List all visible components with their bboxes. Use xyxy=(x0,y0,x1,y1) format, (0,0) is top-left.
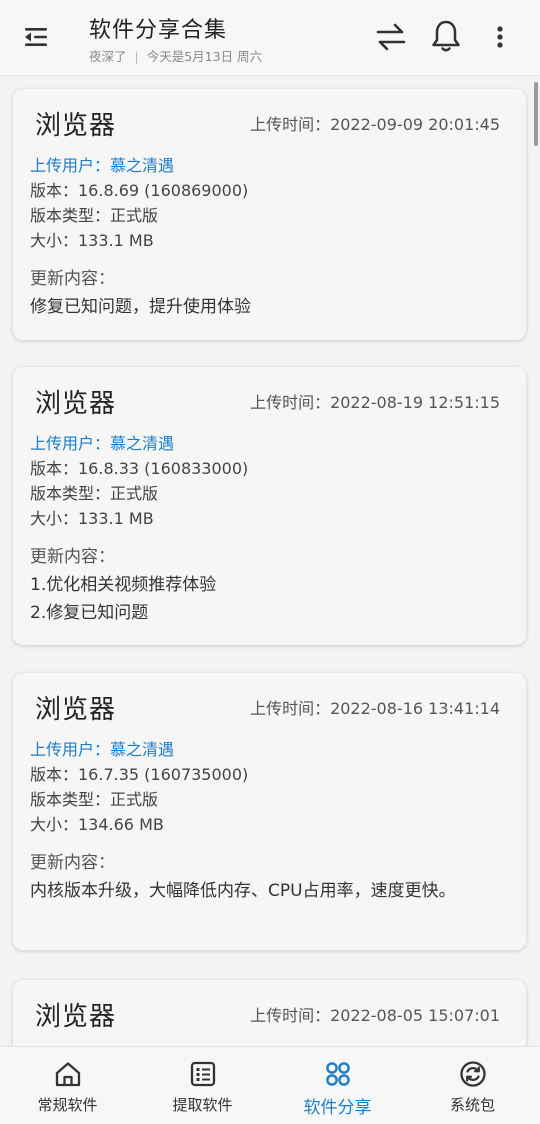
upload-time: 上传时间：2022-08-05 15:07:01 xyxy=(250,1006,500,1025)
subtitle-separator: | xyxy=(134,49,139,64)
app-name: 浏览器 xyxy=(35,111,117,141)
card-details: 上传用户：慕之清遇 版本：16.7.35 (160735000) 版本类型：正式… xyxy=(30,737,500,905)
update-label: 更新内容： xyxy=(30,853,115,873)
nav-item-extract-software[interactable]: 提取软件 xyxy=(135,1047,270,1124)
version-text: 版本：16.8.33 (160833000) xyxy=(30,459,249,478)
nav-label: 常规软件 xyxy=(37,1096,98,1114)
refresh-circle-icon xyxy=(458,1060,488,1088)
version-type-text: 版本类型：正式版 xyxy=(30,206,159,225)
top-app-bar: 软件分享合集 夜深了 | 今天是5月13日 周六 xyxy=(0,0,540,76)
uploader-link[interactable]: 上传用户：慕之清遇 xyxy=(30,737,500,762)
uploader-link[interactable]: 上传用户：慕之清遇 xyxy=(30,431,500,456)
nav-label: 系统包 xyxy=(449,1096,495,1114)
swap-icon[interactable] xyxy=(374,22,408,52)
grid-circles-icon xyxy=(323,1060,353,1088)
software-card[interactable]: 浏览器 上传时间：2022-08-19 12:51:15 上传用户：慕之清遇 版… xyxy=(13,367,526,645)
share-feed: 浏览器 上传时间：2022-09-09 20:01:45 上传用户：慕之清遇 版… xyxy=(0,76,540,1046)
software-card[interactable]: 浏览器 上传时间：2022-08-05 15:07:01 xyxy=(13,980,526,1046)
app-root: 软件分享合集 夜深了 | 今天是5月13日 周六 浏览器 上传时间：2022-0… xyxy=(0,0,540,1124)
changelog-line: 修复已知问题，提升使用体验 xyxy=(30,297,251,317)
list-box-icon xyxy=(188,1060,218,1088)
upload-time: 上传时间：2022-08-16 13:41:14 xyxy=(250,699,500,718)
app-name: 浏览器 xyxy=(35,695,117,725)
size-text: 大小：133.1 MB xyxy=(30,231,154,250)
upload-time: 上传时间：2022-08-19 12:51:15 xyxy=(250,393,500,412)
app-name: 浏览器 xyxy=(35,1002,117,1032)
bell-icon[interactable] xyxy=(430,18,462,54)
date-text: 今天是5月13日 周六 xyxy=(146,49,263,64)
nav-label: 提取软件 xyxy=(172,1096,233,1114)
app-name: 浏览器 xyxy=(35,389,117,419)
changelog-line: 2.修复已知问题 xyxy=(30,603,149,623)
greeting-text: 夜深了 xyxy=(89,49,127,64)
changelog-line: 内核版本升级，大幅降低内存、CPU占用率，速度更快。 xyxy=(30,881,456,901)
card-details: 上传用户：慕之清遇 版本：16.8.33 (160833000) 版本类型：正式… xyxy=(30,431,500,627)
version-type-text: 版本类型：正式版 xyxy=(30,790,159,809)
changelog-line: 1.优化相关视频推荐体验 xyxy=(30,575,217,595)
size-text: 大小：134.66 MB xyxy=(30,815,164,834)
page-title: 软件分享合集 xyxy=(89,18,228,43)
size-text: 大小：133.1 MB xyxy=(30,509,154,528)
upload-time: 上传时间：2022-09-09 20:01:45 xyxy=(250,115,500,134)
menu-collapse-icon[interactable] xyxy=(22,24,52,50)
nav-label: 软件分享 xyxy=(303,1098,372,1118)
software-card[interactable]: 浏览器 上传时间：2022-08-16 13:41:14 上传用户：慕之清遇 版… xyxy=(13,673,526,950)
home-icon xyxy=(53,1060,83,1088)
card-details: 上传用户：慕之清遇 版本：16.8.69 (160869000) 版本类型：正式… xyxy=(30,153,500,321)
bottom-navigation: 常规软件 提取软件 软件分享 系统包 xyxy=(0,1046,540,1124)
update-label: 更新内容： xyxy=(30,547,115,567)
version-type-text: 版本类型：正式版 xyxy=(30,484,159,503)
update-label: 更新内容： xyxy=(30,269,115,289)
page-subtitle: 夜深了 | 今天是5月13日 周六 xyxy=(89,46,262,65)
software-card[interactable]: 浏览器 上传时间：2022-09-09 20:01:45 上传用户：慕之清遇 版… xyxy=(13,89,526,340)
version-text: 版本：16.8.69 (160869000) xyxy=(30,181,249,200)
nav-item-software-share[interactable]: 软件分享 xyxy=(270,1047,405,1124)
more-vertical-icon[interactable] xyxy=(490,22,510,52)
version-text: 版本：16.7.35 (160735000) xyxy=(30,765,249,784)
nav-item-system-package[interactable]: 系统包 xyxy=(405,1047,540,1124)
uploader-link[interactable]: 上传用户：慕之清遇 xyxy=(30,153,500,178)
nav-item-regular-software[interactable]: 常规软件 xyxy=(0,1047,135,1124)
